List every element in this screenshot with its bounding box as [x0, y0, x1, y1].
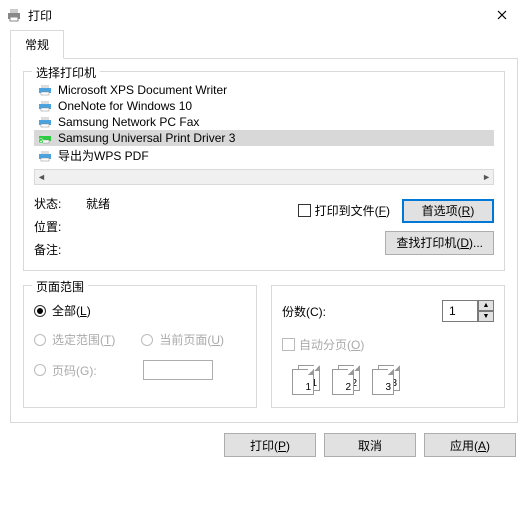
- location-value: [86, 218, 110, 235]
- scroll-left-icon[interactable]: ◄: [37, 172, 46, 182]
- radio-icon: [34, 364, 46, 376]
- collate-illustration: 11 22 33: [292, 365, 494, 395]
- checkbox-icon: [282, 338, 295, 351]
- printer-icon: [38, 100, 52, 112]
- radio-all[interactable]: 全部(L): [34, 302, 246, 319]
- radio-icon: [34, 305, 46, 317]
- preferences-button[interactable]: 首选项(R): [402, 199, 494, 223]
- copies-group: 份数(C): 1 ▲ ▼ 自动分页(O) 11 22 33: [271, 285, 505, 408]
- location-label: 位置:: [34, 218, 78, 235]
- spinner-up-icon[interactable]: ▲: [478, 300, 494, 311]
- close-button[interactable]: [482, 0, 522, 30]
- printer-item-label: Samsung Universal Print Driver 3: [58, 131, 235, 145]
- collate-checkbox: 自动分页(O): [282, 336, 494, 353]
- general-panel: 选择打印机 Microsoft XPS Document Writer OneNo…: [10, 59, 518, 423]
- printer-list[interactable]: Microsoft XPS Document Writer OneNote for…: [34, 82, 494, 165]
- find-printer-button[interactable]: 查找打印机(D)...: [385, 231, 494, 255]
- radio-icon: [141, 334, 153, 346]
- checkbox-icon: [298, 204, 311, 217]
- printer-icon: [38, 84, 52, 96]
- select-printer-title: 选择打印机: [32, 64, 100, 81]
- copies-spinner[interactable]: 1 ▲ ▼: [442, 300, 494, 322]
- spinner-down-icon[interactable]: ▼: [478, 311, 494, 322]
- printer-icon: [38, 132, 52, 144]
- cancel-button[interactable]: 取消: [324, 433, 416, 457]
- radio-selection: 选定范围(T): [34, 331, 115, 348]
- radio-all-label: 全部(L): [52, 302, 91, 319]
- printer-icon: [38, 150, 52, 162]
- collate-label: 自动分页(O): [299, 336, 364, 353]
- radio-pages-label: 页码(G):: [52, 362, 97, 379]
- page-range-title: 页面范围: [32, 278, 88, 295]
- tab-bar: 常规: [0, 30, 528, 59]
- apply-button[interactable]: 应用(A): [424, 433, 516, 457]
- scroll-right-icon[interactable]: ►: [482, 172, 491, 182]
- printer-item[interactable]: Microsoft XPS Document Writer: [34, 82, 494, 98]
- printer-item[interactable]: Samsung Universal Print Driver 3: [34, 130, 494, 146]
- radio-current-page: 当前页面(U): [141, 331, 224, 348]
- radio-current-label: 当前页面(U): [159, 331, 224, 348]
- printer-icon: [38, 116, 52, 128]
- comment-value: [86, 241, 110, 258]
- printer-item-label: 导出为WPS PDF: [58, 147, 149, 164]
- state-label: 状态:: [34, 195, 78, 212]
- pages-input: [143, 360, 213, 380]
- dialog-footer: 打印(P) 取消 应用(A): [0, 423, 528, 467]
- horizontal-scrollbar[interactable]: ◄ ►: [34, 169, 494, 185]
- printer-item[interactable]: 导出为WPS PDF: [34, 146, 494, 165]
- select-printer-group: 选择打印机 Microsoft XPS Document WriterOneNo…: [23, 71, 505, 271]
- printer-item-label: Samsung Network PC Fax: [58, 115, 199, 129]
- window-title: 打印: [28, 7, 482, 24]
- radio-icon: [34, 334, 46, 346]
- radio-pages: 页码(G):: [34, 360, 246, 380]
- printer-item-label: Microsoft XPS Document Writer: [58, 83, 227, 97]
- state-value: 就绪: [86, 195, 110, 212]
- printer-item-label: OneNote for Windows 10: [58, 99, 192, 113]
- page-range-group: 页面范围 全部(L) 选定范围(T) 当前页面(U) 页码(G):: [23, 285, 257, 408]
- print-to-file-label: 打印到文件(F): [315, 202, 390, 219]
- printer-icon: [6, 7, 22, 23]
- radio-selection-label: 选定范围(T): [52, 331, 115, 348]
- titlebar: 打印: [0, 0, 528, 30]
- copies-label: 份数(C):: [282, 303, 326, 320]
- print-to-file-checkbox[interactable]: 打印到文件(F): [298, 202, 390, 219]
- printer-item[interactable]: OneNote for Windows 10: [34, 98, 494, 114]
- print-button[interactable]: 打印(P): [224, 433, 316, 457]
- tab-general[interactable]: 常规: [10, 30, 64, 59]
- printer-status-block: 状态: 就绪 位置: 备注:: [34, 195, 110, 258]
- comment-label: 备注:: [34, 241, 78, 258]
- printer-item[interactable]: Samsung Network PC Fax: [34, 114, 494, 130]
- copies-value[interactable]: 1: [442, 300, 478, 322]
